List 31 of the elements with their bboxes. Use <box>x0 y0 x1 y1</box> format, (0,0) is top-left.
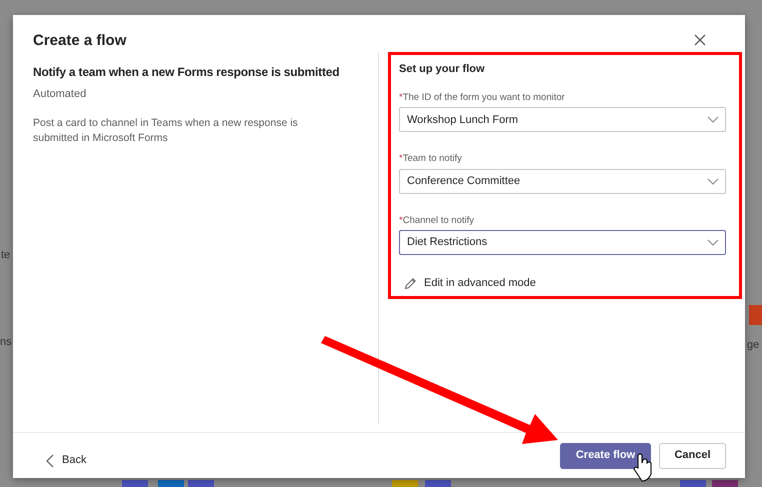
app-tile <box>680 480 706 487</box>
chevron-down-icon <box>707 178 719 184</box>
field-label: *Team to notify <box>399 152 463 166</box>
app-tile <box>749 305 762 325</box>
back-button[interactable]: Back <box>46 452 86 469</box>
app-tile <box>122 480 148 487</box>
app-tile <box>425 480 451 487</box>
dialog-title: Create a flow <box>33 31 126 51</box>
cancel-button[interactable]: Cancel <box>659 442 726 468</box>
app-tile <box>392 480 418 487</box>
pencil-icon <box>404 276 417 290</box>
app-tile <box>188 480 214 487</box>
chevron-left-icon <box>46 454 54 468</box>
background-text: ns <box>0 335 12 350</box>
background-text: te <box>1 248 10 263</box>
field-label: *Channel to notify <box>399 214 475 228</box>
close-icon[interactable] <box>693 33 707 47</box>
dropdown-field[interactable]: Diet Restrictions <box>399 230 726 255</box>
field-label: *The ID of the form you want to monitor <box>399 91 566 105</box>
background-text: ge <box>747 338 760 353</box>
chevron-down-icon <box>707 116 719 124</box>
template-description: Post a card to channel in Teams when a new response is submitted in Microsoft Forms <box>33 116 299 146</box>
chevron-down-icon <box>707 238 719 246</box>
app-tile <box>712 480 738 487</box>
app-tile <box>158 480 184 487</box>
dropdown-field[interactable]: Conference Committee <box>399 168 726 194</box>
template-type: Automated <box>33 86 88 102</box>
template-name: Notify a team when a new Forms response is submitted <box>33 64 340 80</box>
advanced-mode-link[interactable]: Edit in advanced mode <box>404 274 536 292</box>
dropdown-field[interactable]: Workshop Lunch Form <box>399 107 726 132</box>
section-heading: Set up your flow <box>399 62 486 76</box>
